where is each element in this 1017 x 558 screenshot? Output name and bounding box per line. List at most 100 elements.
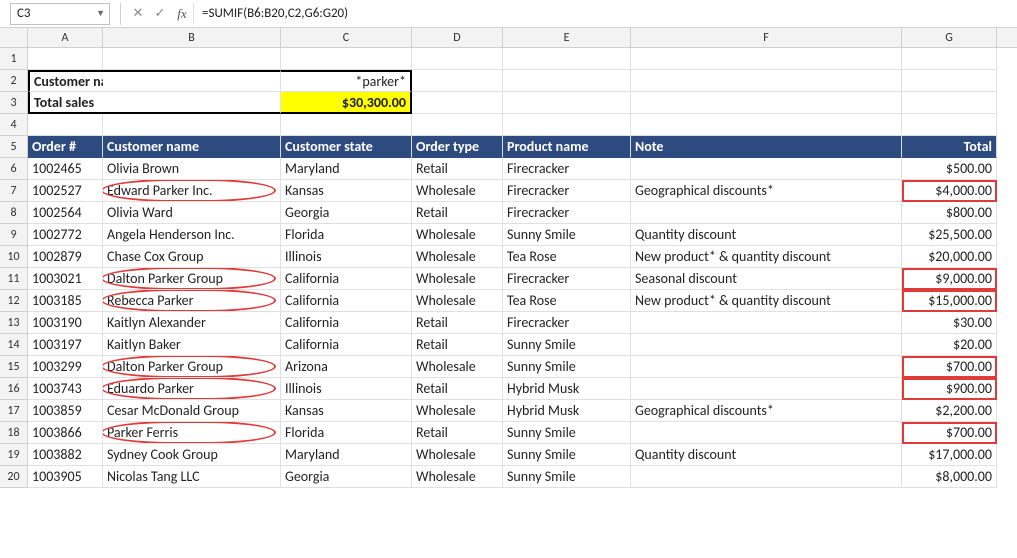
cell[interactable]: Arizona xyxy=(281,356,412,378)
cell[interactable] xyxy=(631,70,902,92)
cell[interactable]: Firecracker xyxy=(503,268,631,290)
cell[interactable]: 1002879 xyxy=(28,246,103,268)
cell[interactable] xyxy=(503,114,631,136)
row-header[interactable]: 7 xyxy=(0,180,28,202)
cell[interactable] xyxy=(631,422,902,444)
cell[interactable]: 1003197 xyxy=(28,334,103,356)
cell[interactable]: Rebecca Parker xyxy=(103,290,281,312)
chevron-down-icon[interactable]: ▼ xyxy=(96,8,105,19)
cell[interactable]: Seasonal discount xyxy=(631,268,902,290)
cell[interactable]: $8,000.00 xyxy=(902,466,997,488)
cell[interactable]: Olivia Brown xyxy=(103,158,281,180)
col-header[interactable]: F xyxy=(631,28,902,47)
cell[interactable] xyxy=(902,48,997,70)
cell[interactable]: Dalton Parker Group xyxy=(103,356,281,378)
cell[interactable]: Eduardo Parker xyxy=(103,378,281,400)
row-header[interactable]: 13 xyxy=(0,312,28,334)
cell[interactable]: Kaitlyn Alexander xyxy=(103,312,281,334)
cell[interactable]: Dalton Parker Group xyxy=(103,268,281,290)
cell[interactable]: Quantity discount xyxy=(631,224,902,246)
cell[interactable] xyxy=(412,92,503,114)
cell[interactable]: Wholesale xyxy=(412,180,503,202)
col-header[interactable]: G xyxy=(902,28,997,47)
cell[interactable]: Maryland xyxy=(281,444,412,466)
cell[interactable] xyxy=(412,48,503,70)
cell[interactable]: Angela Henderson Inc. xyxy=(103,224,281,246)
fx-icon[interactable]: fx xyxy=(171,3,193,25)
row-header[interactable]: 1 xyxy=(0,48,28,70)
cell[interactable]: Retail xyxy=(412,312,503,334)
cell[interactable] xyxy=(412,70,503,92)
cell[interactable]: Hybrid Musk xyxy=(503,378,631,400)
row-header[interactable]: 20 xyxy=(0,466,28,488)
cell[interactable]: Firecracker xyxy=(503,202,631,224)
column-header-cell[interactable]: Customer state xyxy=(281,136,412,158)
cell[interactable]: $17,000.00 xyxy=(902,444,997,466)
col-header[interactable]: C xyxy=(281,28,412,47)
cell[interactable]: Sydney Cook Group xyxy=(103,444,281,466)
cell[interactable]: Wholesale xyxy=(412,290,503,312)
column-header-cell[interactable]: Order # xyxy=(28,136,103,158)
cell[interactable] xyxy=(631,158,902,180)
cell[interactable]: Tea Rose xyxy=(503,290,631,312)
cell[interactable]: 1003743 xyxy=(28,378,103,400)
cell[interactable]: 1002564 xyxy=(28,202,103,224)
cell[interactable] xyxy=(503,92,631,114)
select-all-corner[interactable] xyxy=(0,28,28,47)
cell[interactable] xyxy=(103,92,281,114)
cell[interactable]: Total sales xyxy=(28,92,103,114)
cell[interactable]: Retail xyxy=(412,378,503,400)
cell[interactable]: Retail xyxy=(412,202,503,224)
cell[interactable] xyxy=(103,48,281,70)
cell[interactable] xyxy=(902,114,997,136)
cell[interactable] xyxy=(103,114,281,136)
formula-input[interactable]: =SUMIF(B6:B20,C2,G6:G20) xyxy=(193,3,1007,25)
cell[interactable]: Hybrid Musk xyxy=(503,400,631,422)
cell[interactable]: $30,300.00 xyxy=(281,92,412,114)
cell[interactable]: Tea Rose xyxy=(503,246,631,268)
cell[interactable] xyxy=(631,114,902,136)
cell[interactable]: Firecracker xyxy=(503,158,631,180)
cell[interactable]: $2,200.00 xyxy=(902,400,997,422)
cell[interactable]: 1003866 xyxy=(28,422,103,444)
cell[interactable]: New product* & quantity discount xyxy=(631,290,902,312)
column-header-cell[interactable]: Customer name xyxy=(103,136,281,158)
cell[interactable]: Wholesale xyxy=(412,246,503,268)
cell[interactable]: New product* & quantity discount xyxy=(631,246,902,268)
cell[interactable]: $20.00 xyxy=(902,334,997,356)
cell[interactable]: Illinois xyxy=(281,246,412,268)
cell[interactable]: Sunny Smile xyxy=(503,356,631,378)
cell[interactable] xyxy=(631,356,902,378)
cell[interactable]: Edward Parker Inc. xyxy=(103,180,281,202)
cell[interactable]: Sunny Smile xyxy=(503,334,631,356)
cell[interactable]: Firecracker xyxy=(503,312,631,334)
cell[interactable]: Retail xyxy=(412,422,503,444)
cell[interactable]: Wholesale xyxy=(412,224,503,246)
cell[interactable] xyxy=(28,114,103,136)
cell[interactable] xyxy=(503,70,631,92)
row-header[interactable]: 3 xyxy=(0,92,28,114)
row-header[interactable]: 17 xyxy=(0,400,28,422)
cell[interactable]: $15,000.00 xyxy=(902,290,997,312)
cell[interactable]: $4,000.00 xyxy=(902,180,997,202)
row-header[interactable]: 15 xyxy=(0,356,28,378)
col-header[interactable]: E xyxy=(503,28,631,47)
column-header-cell[interactable]: Total xyxy=(902,136,997,158)
row-header[interactable]: 14 xyxy=(0,334,28,356)
cell[interactable]: $25,500.00 xyxy=(902,224,997,246)
cell[interactable] xyxy=(631,466,902,488)
cell[interactable]: Illinois xyxy=(281,378,412,400)
cell[interactable]: Chase Cox Group xyxy=(103,246,281,268)
cell[interactable]: Wholesale xyxy=(412,466,503,488)
row-header[interactable]: 19 xyxy=(0,444,28,466)
col-header[interactable]: D xyxy=(412,28,503,47)
cell[interactable]: 1003882 xyxy=(28,444,103,466)
column-header-cell[interactable]: Product name xyxy=(503,136,631,158)
cell[interactable]: Maryland xyxy=(281,158,412,180)
cell[interactable]: Cesar McDonald Group xyxy=(103,400,281,422)
cell[interactable] xyxy=(631,334,902,356)
cell[interactable]: California xyxy=(281,312,412,334)
cell[interactable]: $700.00 xyxy=(902,356,997,378)
row-header[interactable]: 18 xyxy=(0,422,28,444)
cell[interactable]: Georgia xyxy=(281,202,412,224)
